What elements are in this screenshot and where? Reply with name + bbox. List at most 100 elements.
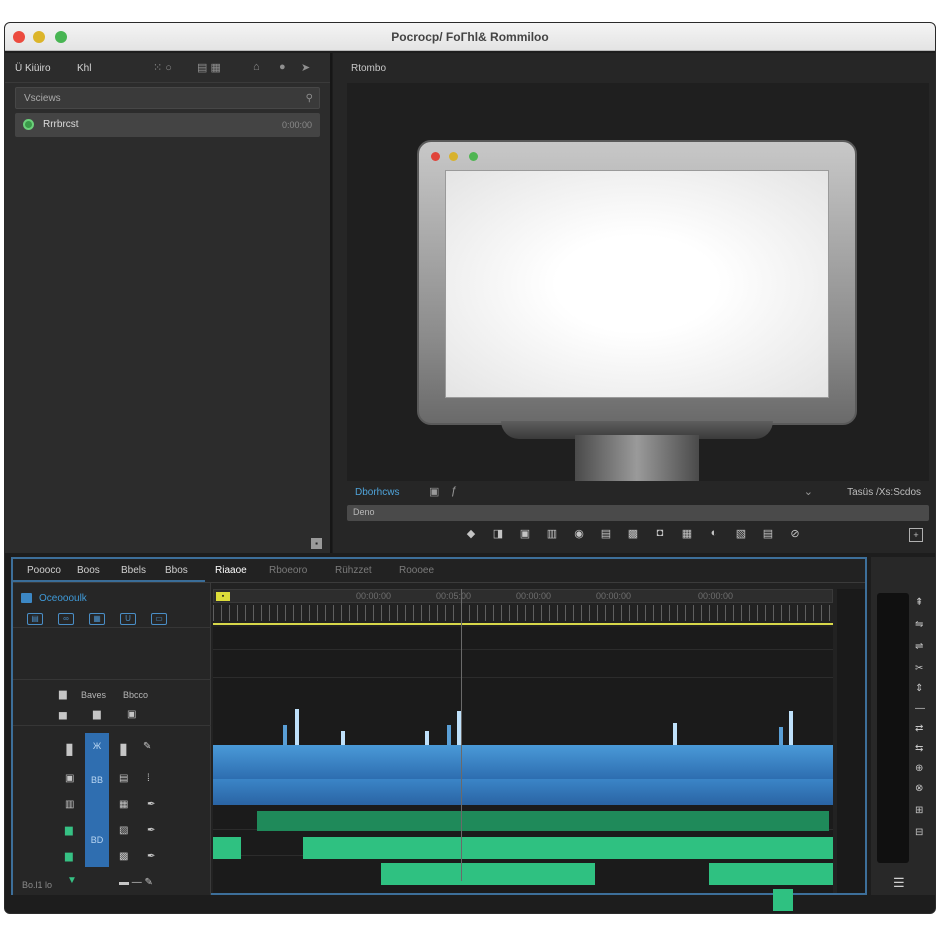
waveform-peak bbox=[673, 723, 677, 747]
play-icon[interactable]: ◉ bbox=[571, 527, 587, 545]
mic-icon[interactable]: ✒ bbox=[147, 799, 155, 810]
monitor-label[interactable]: Dborhcws bbox=[355, 487, 399, 498]
selection-tool-icon[interactable]: ⇞ bbox=[915, 597, 923, 608]
meter-icon[interactable]: ▬ ― ✎ bbox=[119, 877, 153, 888]
pen-icon[interactable]: ✎ bbox=[143, 741, 151, 752]
audio-clip[interactable] bbox=[303, 837, 833, 859]
folder-icon[interactable]: ▅ bbox=[59, 709, 67, 720]
overwrite-icon[interactable]: ▦ bbox=[679, 527, 695, 545]
video-clip[interactable] bbox=[213, 779, 833, 805]
master-icon[interactable]: ▼ bbox=[67, 875, 77, 886]
tab-timeline-4[interactable]: Bbos bbox=[165, 565, 188, 576]
track-v1-lock-icon[interactable]: ▤ bbox=[119, 773, 128, 784]
new-bin-icon[interactable]: ⌂ bbox=[253, 61, 260, 73]
tools-panel: ⇞ ⇋ ⇌ ✂ ⇕ ― ⇄ ⇆ ⊕ ⊗ ⊞ ⊟ ☰ bbox=[871, 557, 935, 895]
scrub-bar[interactable]: Deno bbox=[347, 505, 929, 521]
audio-clip[interactable] bbox=[381, 863, 595, 885]
audio-clip[interactable] bbox=[773, 889, 793, 911]
tab-timeline-1[interactable]: Poooco bbox=[27, 565, 61, 576]
marker-icon[interactable]: ⌄ bbox=[804, 485, 813, 498]
zoom-tool-icon[interactable]: ⊕ bbox=[915, 763, 923, 774]
settings-icon[interactable]: ● bbox=[279, 61, 286, 73]
track-a2-icon[interactable]: ▆ bbox=[65, 825, 73, 836]
waveform-peak bbox=[447, 725, 451, 747]
film-icon[interactable]: ▆ bbox=[93, 709, 101, 720]
panel-resize-icon[interactable]: ▪ bbox=[311, 538, 322, 549]
audio-clip[interactable] bbox=[213, 837, 241, 859]
export-frame-icon[interactable]: ▤ bbox=[760, 527, 776, 545]
audio-clip[interactable] bbox=[709, 863, 833, 885]
track-v1-icon[interactable]: ▣ bbox=[65, 773, 74, 784]
snap-icon[interactable]: ▤ bbox=[27, 613, 43, 625]
tab-timeline-6[interactable]: Rboeoro bbox=[269, 565, 307, 576]
ripple-edit-icon[interactable]: ⇌ bbox=[915, 641, 923, 652]
search-icon[interactable]: ⚲ bbox=[306, 93, 313, 104]
track-a3-lock-icon[interactable]: ▩ bbox=[119, 851, 128, 862]
button-editor-icon[interactable]: + bbox=[909, 528, 923, 542]
camera-icon[interactable]: ⊘ bbox=[787, 527, 803, 545]
video-clip[interactable] bbox=[213, 745, 833, 779]
mask-tool-icon[interactable]: ⊗ bbox=[915, 783, 923, 794]
audio-clip[interactable] bbox=[257, 811, 829, 831]
pointer-icon[interactable]: ➤ bbox=[301, 61, 310, 74]
timeline-tracks[interactable] bbox=[213, 627, 833, 911]
mic-icon[interactable]: ✒ bbox=[147, 825, 155, 836]
track-a2-lock-icon[interactable]: ▧ bbox=[119, 825, 128, 836]
linked-selection-icon[interactable]: ∞ bbox=[58, 613, 74, 625]
work-area-bar[interactable] bbox=[213, 623, 833, 625]
ruler-timecode: 00:00:00 bbox=[698, 591, 734, 601]
mark-out-icon[interactable]: ◨ bbox=[490, 527, 506, 545]
clip-icon[interactable]: ▣ bbox=[127, 709, 136, 720]
crop-tool-icon[interactable]: ⊞ bbox=[915, 805, 923, 816]
search-placeholder: Vsciews bbox=[24, 93, 61, 104]
tab-timeline-5[interactable]: Riaaoe bbox=[215, 565, 247, 576]
track-select-icon[interactable]: ⇋ bbox=[915, 619, 923, 630]
project-item[interactable]: Rrrbrcst 0:00:00 bbox=[15, 113, 320, 137]
selected-track-column[interactable]: Ж BB BD bbox=[85, 733, 109, 867]
step-forward-icon[interactable]: ▤ bbox=[598, 527, 614, 545]
hand-tool-icon[interactable]: ⇄ bbox=[915, 723, 923, 734]
lock-track-icon[interactable]: ▮ bbox=[65, 739, 74, 759]
go-to-out-icon[interactable]: ▩ bbox=[625, 527, 641, 545]
safe-margins-icon[interactable]: ▣ bbox=[429, 485, 439, 498]
track-a1-icon[interactable]: ▥ bbox=[65, 799, 74, 810]
playhead[interactable] bbox=[461, 589, 462, 881]
folder-icon[interactable]: ▆ bbox=[59, 689, 67, 700]
timeline-ruler[interactable]: ▪ 00:00:00 00:05:00 00:00:00 00:00:00 00… bbox=[213, 589, 833, 625]
captions-icon[interactable]: ▭ bbox=[151, 613, 167, 625]
slip-tool-icon[interactable]: ⇕ bbox=[915, 683, 923, 694]
video-viewer[interactable] bbox=[347, 83, 929, 481]
frame-tool-icon[interactable]: ⊟ bbox=[915, 827, 923, 838]
menu-icon[interactable]: ☰ bbox=[893, 875, 905, 891]
razor-tool-icon[interactable]: ✂ bbox=[915, 663, 923, 674]
insert-icon[interactable]: ◘ bbox=[652, 527, 668, 545]
status-bar: Bo.l1 lo bbox=[22, 880, 53, 890]
mark-in-icon[interactable]: ◆ bbox=[463, 527, 479, 545]
search-input[interactable]: Vsciews ⚲ bbox=[15, 87, 320, 109]
extract-icon[interactable]: ▧ bbox=[733, 527, 749, 545]
wrench-icon[interactable]: ƒ bbox=[451, 485, 457, 497]
step-back-icon[interactable]: ▥ bbox=[544, 527, 560, 545]
track-v1-eye-icon[interactable]: ⁞ bbox=[147, 773, 150, 784]
timeline-scrollbar[interactable] bbox=[837, 589, 865, 893]
pen-tool-icon[interactable]: ― bbox=[915, 703, 925, 714]
tab-timeline-2[interactable]: Boos bbox=[77, 565, 100, 576]
grid-view-icon[interactable]: ▤ ▦ bbox=[197, 61, 221, 74]
lift-icon[interactable]: ◐ bbox=[706, 527, 722, 545]
tab-project[interactable]: Ü Kiüiro bbox=[15, 63, 51, 74]
track-a1-lock-icon[interactable]: ▦ bbox=[119, 799, 128, 810]
transport-controls: ◆ ◨ ▣ ▥ ◉ ▤ ▩ ◘ ▦ ◐ ▧ ▤ ⊘ bbox=[463, 527, 803, 545]
tab-timeline-8[interactable]: Roooee bbox=[399, 565, 434, 576]
in-point-marker[interactable]: ▪ bbox=[216, 592, 230, 601]
tab-timeline-3[interactable]: Bbels bbox=[121, 565, 146, 576]
add-marker-icon[interactable]: ▦ bbox=[89, 613, 105, 625]
mic-icon[interactable]: ✒ bbox=[147, 851, 155, 862]
tab-timeline-7[interactable]: Rühzzet bbox=[335, 565, 372, 576]
list-view-icon[interactable]: ⁙ ○ bbox=[153, 61, 172, 74]
tab-media[interactable]: Khl bbox=[77, 63, 91, 74]
go-to-in-icon[interactable]: ▣ bbox=[517, 527, 533, 545]
settings-icon[interactable]: U bbox=[120, 613, 136, 625]
toggle-track-icon[interactable]: ▮ bbox=[119, 739, 128, 759]
track-a3-icon[interactable]: ▆ bbox=[65, 851, 73, 862]
type-tool-icon[interactable]: ⇆ bbox=[915, 743, 923, 754]
